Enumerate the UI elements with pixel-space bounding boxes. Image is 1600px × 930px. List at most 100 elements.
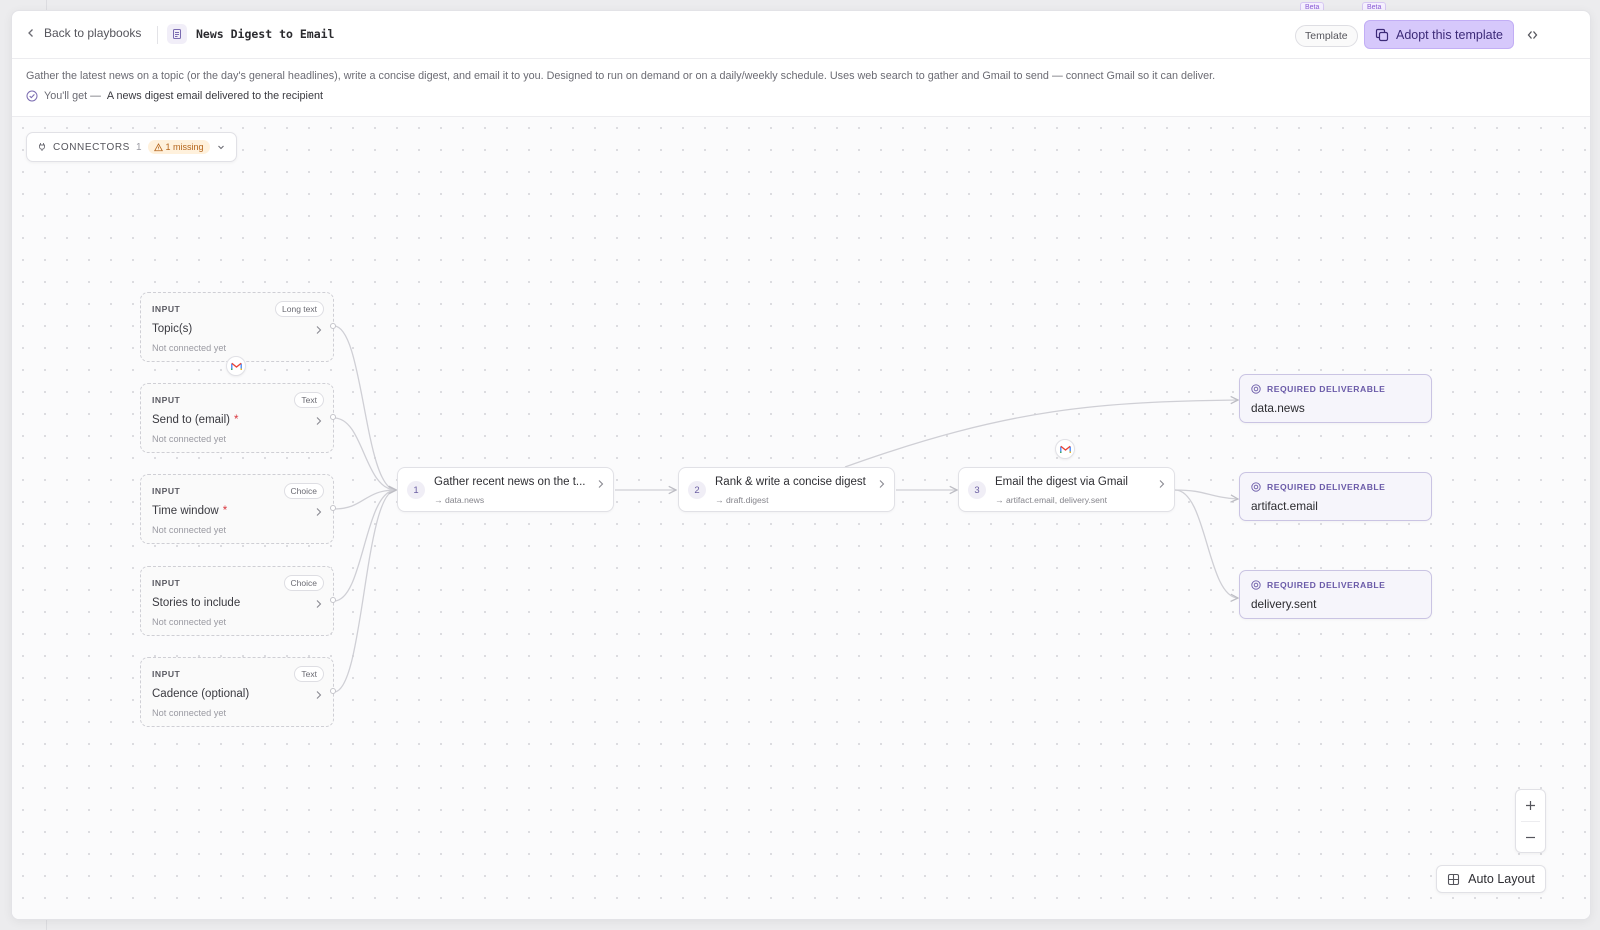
- step-node-rank-write-digest[interactable]: 2 Rank & write a concise digest → draft.…: [678, 467, 895, 512]
- deliverable-node-delivery-sent[interactable]: REQUIRED DELIVERABLE delivery.sent: [1239, 570, 1432, 619]
- collapse-icon: [1527, 31, 1538, 39]
- auto-layout-button[interactable]: Auto Layout: [1436, 865, 1546, 893]
- gmail-icon: [1055, 439, 1075, 459]
- header-divider: [157, 26, 158, 44]
- input-kind: INPUT: [152, 669, 181, 679]
- chevron-right-icon: [1159, 480, 1165, 488]
- input-name: Stories to include: [152, 597, 240, 609]
- step-number: 1: [407, 481, 425, 499]
- input-status: Not connected yet: [152, 343, 227, 353]
- step-node-gather-news[interactable]: 1 Gather recent news on the t... → data.…: [397, 467, 614, 512]
- warning-icon: [153, 142, 163, 151]
- adopt-label: Adopt this template: [1395, 27, 1503, 42]
- zoom-out-button[interactable]: [1516, 822, 1545, 853]
- step-output: → artifact.email, delivery.sent: [995, 495, 1108, 505]
- input-type-badge: Choice: [283, 575, 324, 591]
- input-type-badge: Text: [294, 392, 324, 408]
- input-status: Not connected yet: [152, 617, 227, 627]
- back-to-playbooks-link[interactable]: Back to playbooks: [26, 26, 141, 40]
- chevron-right-icon: [316, 417, 322, 425]
- output-port[interactable]: [330, 414, 336, 420]
- plug-icon: [39, 143, 45, 151]
- input-name-text: Stories to include: [152, 597, 241, 609]
- required-marker: *: [222, 505, 228, 517]
- connectors-dropdown[interactable]: CONNECTORS 1 1 missing: [26, 132, 237, 162]
- chevron-right-icon: [598, 480, 604, 488]
- step-output: → draft.digest: [715, 495, 769, 505]
- zoom-in-button[interactable]: [1516, 790, 1545, 821]
- input-kind: INPUT: [152, 486, 181, 496]
- output-port[interactable]: [330, 597, 336, 603]
- zoom-controls: [1515, 789, 1546, 853]
- target-icon: [1251, 384, 1261, 394]
- deliverable-label: REQUIRED DELIVERABLE: [1267, 580, 1386, 590]
- output-port[interactable]: [330, 505, 336, 511]
- chevron-right-icon: [316, 691, 322, 699]
- you-will-get-prefix: You'll get —: [44, 90, 101, 102]
- you-will-get-value: A news digest email delivered to the rec…: [106, 90, 323, 102]
- deliverable-header: REQUIRED DELIVERABLE: [1251, 580, 1385, 590]
- output-port[interactable]: [330, 323, 336, 329]
- step-number: 3: [968, 481, 986, 499]
- connectors-count: 1: [135, 141, 142, 153]
- grid-icon: [1448, 873, 1460, 885]
- deliverable-label: REQUIRED DELIVERABLE: [1267, 384, 1386, 394]
- input-node-stories-to-include[interactable]: INPUT Choice Stories to include Not conn…: [140, 566, 336, 636]
- deliverable-node-artifact-email[interactable]: REQUIRED DELIVERABLE artifact.email: [1239, 472, 1432, 521]
- step-node-email-digest[interactable]: 3 Email the digest via Gmail → artifact.…: [958, 467, 1175, 512]
- input-node-send-to-email[interactable]: INPUT Text Send to (email) * Not connecte…: [140, 383, 336, 453]
- input-name-text: Time window: [152, 505, 219, 517]
- deliverable-name: delivery.sent: [1251, 597, 1317, 611]
- step-output: → data.news: [434, 495, 485, 505]
- input-type-badge: Text: [294, 666, 324, 682]
- input-kind: INPUT: [152, 395, 181, 405]
- edge-cadence-to-step1: [333, 490, 396, 693]
- edge-window-to-step1: [333, 490, 396, 510]
- required-marker: *: [233, 414, 239, 426]
- deliverable-node-data-news[interactable]: REQUIRED DELIVERABLE data.news: [1239, 374, 1432, 423]
- target-icon: [1251, 482, 1261, 492]
- workflow-canvas[interactable]: CONNECTORS 1 1 missing INPUT Long text T…: [12, 117, 1590, 919]
- playbook-template-panel: Back to playbooks News Digest to Email T…: [11, 10, 1591, 920]
- input-type-badge: Choice: [283, 483, 324, 499]
- copy-icon: [1375, 28, 1389, 41]
- edge-step3-to-delivery-sent: [1174, 489, 1238, 598]
- output-port[interactable]: [330, 688, 336, 694]
- adopt-template-button[interactable]: Adopt this template: [1364, 20, 1514, 49]
- input-name: Cadence (optional): [152, 688, 249, 700]
- minus-icon: [1526, 836, 1535, 839]
- chevron-right-icon: [879, 480, 885, 488]
- input-name-text: Send to (email): [152, 414, 230, 426]
- back-label: Back to playbooks: [44, 26, 142, 40]
- deliverable-header: REQUIRED DELIVERABLE: [1251, 482, 1385, 492]
- missing-connectors-badge: 1 missing: [147, 140, 210, 154]
- deliverable-header: REQUIRED DELIVERABLE: [1251, 384, 1385, 394]
- input-status: Not connected yet: [152, 525, 227, 535]
- template-description: Gather the latest news on a topic (or th…: [12, 59, 1590, 117]
- chevron-right-icon: [316, 508, 322, 516]
- input-name: Topic(s): [152, 323, 192, 335]
- plus-icon: [1526, 801, 1535, 810]
- input-name-text: Topic(s): [152, 323, 193, 335]
- step-title: Rank & write a concise digest: [715, 476, 866, 488]
- input-kind: INPUT: [152, 578, 181, 588]
- missing-label: 1 missing: [165, 142, 204, 152]
- connectors-label: CONNECTORS: [53, 141, 130, 153]
- input-type-badge: Long text: [275, 301, 324, 317]
- input-node-time-window[interactable]: INPUT Choice Time window * Not connected …: [140, 474, 336, 544]
- input-node-cadence[interactable]: INPUT Text Cadence (optional) Not connec…: [140, 657, 336, 727]
- page-title: News Digest to Email: [196, 27, 335, 41]
- chevron-right-icon: [316, 600, 322, 608]
- auto-layout-label: Auto Layout: [1468, 872, 1535, 886]
- step-title: Email the digest via Gmail: [995, 476, 1128, 488]
- input-node-topics[interactable]: INPUT Long text Topic(s) Not connected y…: [140, 292, 336, 362]
- collapse-panel-button[interactable]: [1524, 26, 1544, 44]
- input-name: Send to (email) *: [152, 414, 238, 426]
- target-icon: [1251, 580, 1261, 590]
- chevron-down-icon: [217, 145, 224, 150]
- input-kind: INPUT: [152, 304, 181, 314]
- deliverable-name: data.news: [1251, 401, 1305, 415]
- deliverable-label: REQUIRED DELIVERABLE: [1267, 482, 1386, 492]
- input-name-text: Cadence (optional): [152, 688, 250, 700]
- chevron-left-icon: [28, 29, 33, 37]
